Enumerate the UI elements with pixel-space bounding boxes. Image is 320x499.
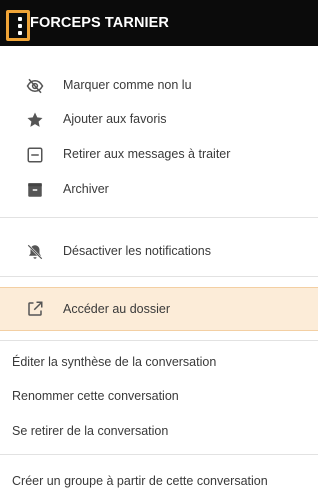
- remove-todo-label: Retirer aux messages à traiter: [63, 147, 231, 161]
- divider: [0, 217, 318, 218]
- open-in-new-icon: [28, 301, 43, 316]
- mute-notifications-label: Désactiver les notifications: [63, 244, 211, 258]
- open-folder-item[interactable]: Accéder au dossier: [0, 287, 318, 331]
- rename-conversation-item[interactable]: Renommer cette conversation: [12, 389, 179, 403]
- create-group-item[interactable]: Créer un groupe à partir de cette conver…: [12, 474, 268, 488]
- open-folder-label: Accéder au dossier: [63, 302, 171, 316]
- add-favorite-item[interactable]: Ajouter aux favoris: [0, 104, 318, 136]
- mark-unread-item[interactable]: Marquer comme non lu: [0, 70, 318, 102]
- star-icon: [27, 112, 43, 127]
- archive-label: Archiver: [63, 182, 109, 196]
- conversation-title: FORCEPS TARNIER: [30, 15, 169, 31]
- divider: [0, 340, 318, 341]
- archive-item[interactable]: Archiver: [0, 174, 318, 206]
- bell-off-icon: [27, 244, 43, 260]
- edit-summary-item[interactable]: Éditer la synthèse de la conversation: [12, 355, 216, 369]
- divider: [0, 276, 318, 277]
- mute-notifications-item[interactable]: Désactiver les notifications: [0, 236, 318, 268]
- eye-off-icon: [26, 78, 44, 94]
- archive-icon: [28, 183, 42, 197]
- minus-box-icon: [27, 147, 43, 163]
- remove-todo-item[interactable]: Retirer aux messages à traiter: [0, 139, 318, 171]
- divider: [0, 454, 318, 455]
- more-options-icon[interactable]: [6, 10, 30, 41]
- leave-conversation-item[interactable]: Se retirer de la conversation: [12, 424, 168, 438]
- app-header: FORCEPS TARNIER: [0, 0, 318, 46]
- add-favorite-label: Ajouter aux favoris: [63, 112, 167, 126]
- mark-unread-label: Marquer comme non lu: [63, 78, 192, 92]
